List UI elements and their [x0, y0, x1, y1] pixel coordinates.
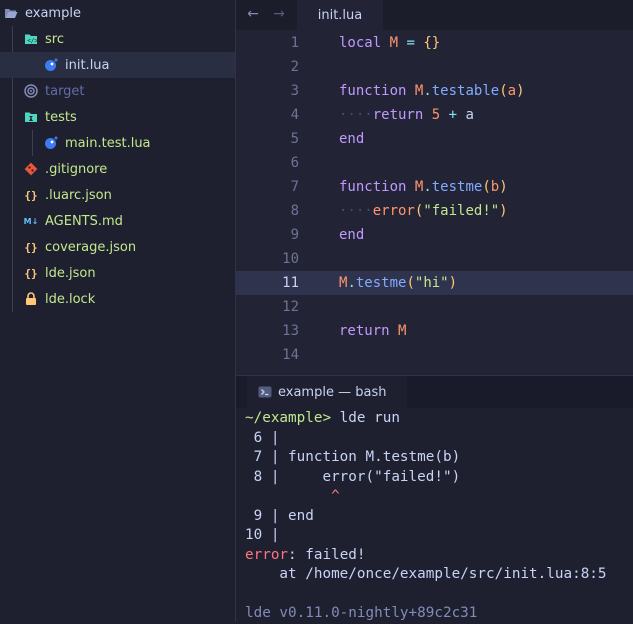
- code-line: 8 ····error("failed!"): [236, 199, 633, 223]
- tab-init-lua[interactable]: init.lua: [297, 0, 383, 30]
- tree-item-lde-json[interactable]: {} lde.json: [0, 260, 235, 286]
- code-text: function M.testme(b): [339, 179, 508, 195]
- terminal-tab-label: example — bash: [278, 384, 387, 400]
- line-number: 3: [290, 83, 299, 99]
- tree-item-label: lde.json: [45, 265, 96, 281]
- line-number: 4: [290, 107, 299, 123]
- tree-item-example[interactable]: example: [0, 0, 235, 26]
- tree-item-label: tests: [45, 109, 77, 125]
- file-explorer: example </> src init.lua target tests ma…: [0, 0, 236, 622]
- line-number: 9: [290, 227, 299, 243]
- tree-item-label: example: [25, 5, 81, 21]
- code-text: ····return 5 + a: [339, 107, 474, 123]
- code-text: end: [339, 131, 365, 147]
- code-line: 1 local M = {}: [236, 31, 633, 55]
- tree-item-agents-md[interactable]: M↓ AGENTS.md: [0, 208, 235, 234]
- code-line: 3 function M.testable(a): [236, 79, 633, 103]
- code-text: local M = {}: [339, 35, 441, 51]
- tree-item-label: .gitignore: [45, 161, 108, 177]
- terminal-trace-line: 9 | end: [245, 508, 314, 524]
- terminal-trace-line: 6 |: [245, 430, 280, 446]
- line-number: 11: [282, 275, 299, 291]
- editor-tab-bar: ← → init.lua: [236, 0, 633, 30]
- terminal-prompt-line: ~/example> lde run: [245, 409, 400, 429]
- tree-item-label: target: [45, 83, 85, 99]
- code-line: 2: [236, 55, 633, 79]
- code-line: 14: [236, 343, 633, 367]
- line-number: 2: [290, 59, 299, 75]
- line-number: 1: [290, 35, 299, 51]
- lock-icon: [24, 292, 38, 306]
- tree-item-label: src: [45, 31, 64, 47]
- terminal-trace-line: 8 | error("failed!"): [245, 469, 461, 485]
- code-line: 7 function M.testme(b): [236, 175, 633, 199]
- forward-arrow-icon[interactable]: →: [270, 5, 288, 23]
- terminal-panel[interactable]: example — bash ~/example> lde run 6 | 7 …: [236, 375, 633, 623]
- folder-source-icon: </>: [24, 32, 38, 46]
- prompt: ~/example>: [245, 410, 332, 426]
- code-text: ····error("failed!"): [339, 203, 508, 219]
- terminal-tab-bar: example — bash: [236, 376, 633, 408]
- code-text: M.testme("hi"): [339, 275, 458, 291]
- folder-open-icon: [4, 6, 18, 20]
- markdown-icon: M↓: [23, 216, 39, 226]
- terminal-trace-line: 10 |: [245, 527, 280, 543]
- tab-terminal-bash[interactable]: example — bash: [247, 376, 407, 408]
- command: lde run: [331, 410, 400, 426]
- svg-text:</>: </>: [27, 38, 38, 45]
- code-line: 13 return M: [236, 319, 633, 343]
- tree-item-coverage-json[interactable]: {} coverage.json: [0, 234, 235, 260]
- current-code-line: 11 M.testme("hi"): [236, 271, 633, 295]
- folder-target-icon: [24, 84, 38, 98]
- terminal-location-line: at /home/once/example/src/init.lua:8:5: [245, 566, 607, 582]
- tree-item-init-lua[interactable]: init.lua: [0, 52, 235, 78]
- code-editor[interactable]: ← → init.lua 1 local M = {} 2 3 function…: [236, 0, 633, 375]
- line-number: 7: [290, 179, 299, 195]
- code-text: end: [339, 227, 365, 243]
- tree-item-src[interactable]: </> src: [0, 26, 235, 52]
- folder-tests-icon: [24, 110, 38, 124]
- code-text: function M.testable(a): [339, 83, 525, 99]
- terminal-error-caret: ^: [245, 488, 340, 504]
- line-number: 8: [290, 203, 299, 219]
- tree-item-lde-lock[interactable]: lde.lock: [0, 286, 235, 312]
- terminal-trace-line: 7 | function M.testme(b): [245, 449, 461, 465]
- git-icon: [24, 162, 38, 176]
- tree-item-main-test-lua[interactable]: main.test.lua: [0, 130, 235, 156]
- line-number: 12: [282, 299, 299, 315]
- code-line: 6: [236, 151, 633, 175]
- code-text: return M: [339, 323, 407, 339]
- tree-item-gitignore[interactable]: .gitignore: [0, 156, 235, 182]
- json-braces-icon: {}: [24, 188, 38, 202]
- tree-item-label: .luarc.json: [45, 187, 112, 203]
- line-number: 14: [282, 347, 299, 363]
- tree-item-target[interactable]: target: [0, 78, 235, 104]
- terminal-error-line: error: failed!: [245, 547, 366, 563]
- tree-item-tests[interactable]: tests: [0, 104, 235, 130]
- code-line: 4 ····return 5 + a: [236, 103, 633, 127]
- code-line: 5 end: [236, 127, 633, 151]
- line-number: 13: [282, 323, 299, 339]
- tree-item-label: init.lua: [65, 57, 110, 73]
- line-number: 5: [290, 131, 299, 147]
- tree-item-label: coverage.json: [45, 239, 137, 255]
- terminal-version-line: lde v0.11.0-nightly+89c2c31: [245, 605, 478, 621]
- tab-label: init.lua: [317, 7, 363, 23]
- tree-item-label: AGENTS.md: [45, 213, 123, 229]
- code-line: 9 end: [236, 223, 633, 247]
- line-number: 6: [290, 155, 299, 171]
- tree-item-label: main.test.lua: [65, 135, 151, 151]
- tree-item-luarc-json[interactable]: {} .luarc.json: [0, 182, 235, 208]
- terminal-icon: [258, 386, 272, 398]
- tree-item-label: lde.lock: [45, 291, 96, 307]
- lua-file-icon: [44, 58, 58, 72]
- code-line: 12: [236, 295, 633, 319]
- back-arrow-icon[interactable]: ←: [244, 5, 262, 23]
- json-braces-icon: {}: [24, 240, 38, 254]
- lua-file-icon: [44, 136, 58, 150]
- json-braces-icon: {}: [24, 266, 38, 280]
- code-line: 10: [236, 247, 633, 271]
- line-number: 10: [282, 251, 299, 267]
